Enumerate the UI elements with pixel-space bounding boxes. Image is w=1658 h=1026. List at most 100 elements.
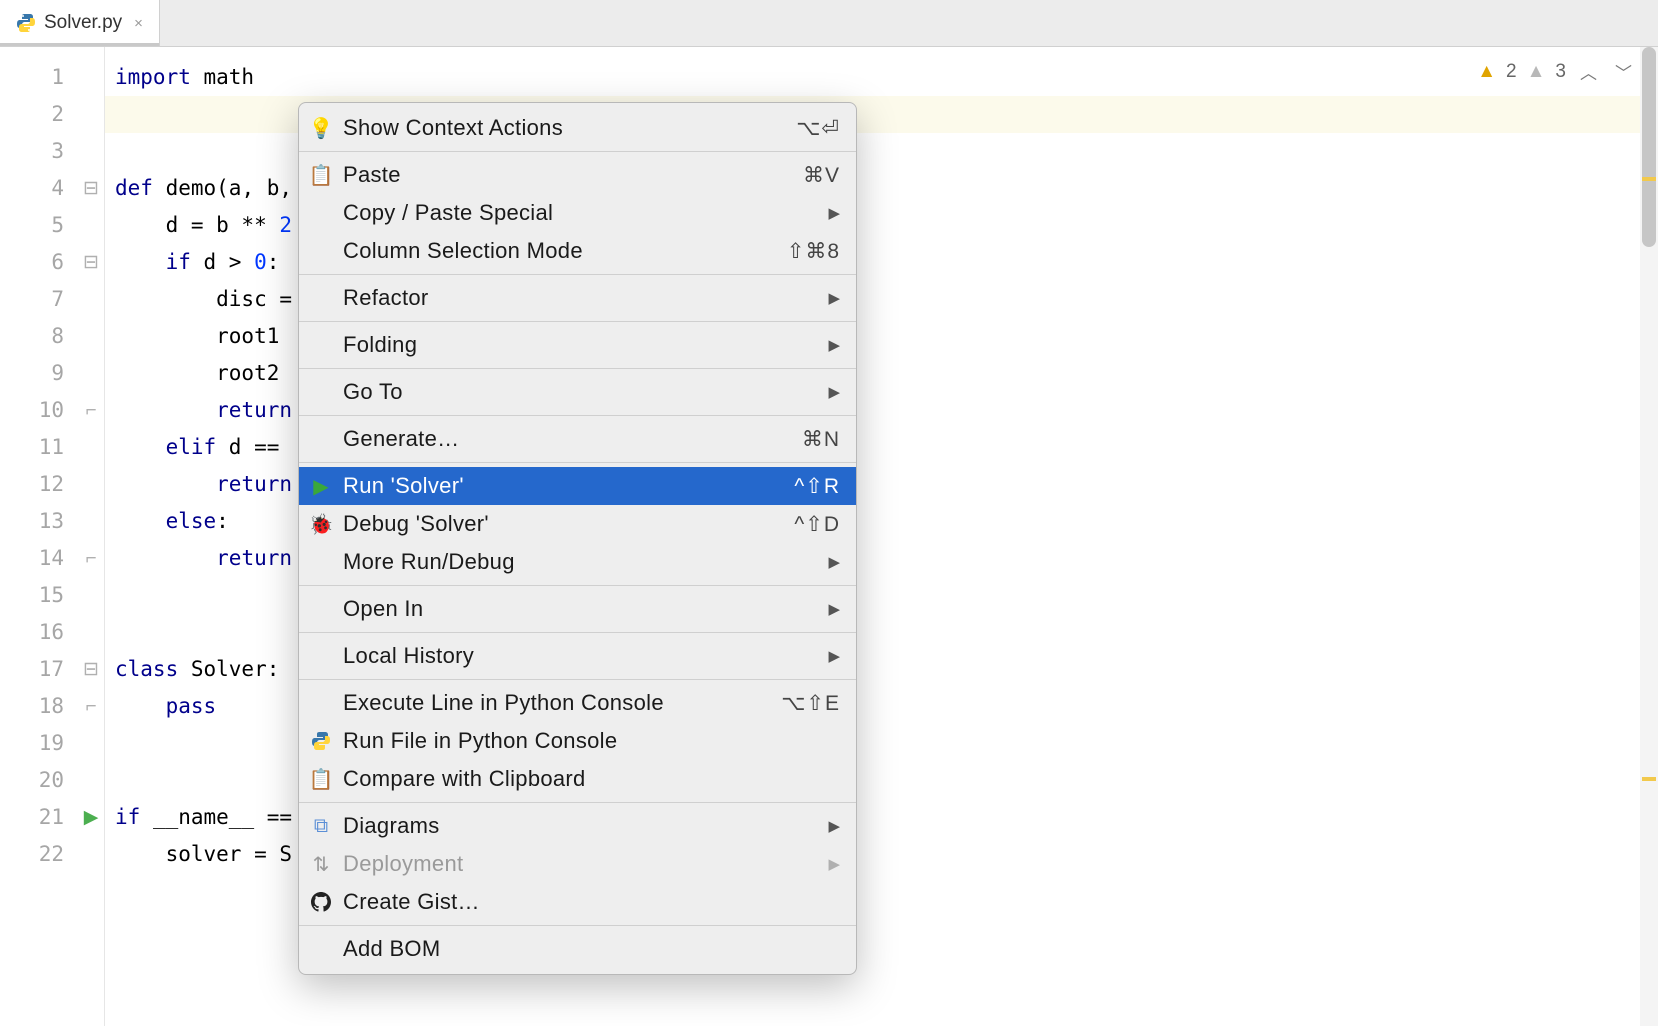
submenu-arrow-icon: ▶: [828, 600, 840, 618]
close-tab-icon[interactable]: ×: [130, 15, 147, 32]
line-number[interactable]: 15: [0, 577, 80, 614]
fold-icon[interactable]: ⊟: [80, 651, 102, 688]
fold-icon[interactable]: ⊟: [80, 170, 102, 207]
submenu-arrow-icon: ▶: [828, 383, 840, 401]
menu-diagrams[interactable]: ⧉ Diagrams ▶: [299, 807, 856, 845]
menu-separator: [299, 632, 856, 633]
menu-local-history[interactable]: Local History ▶: [299, 637, 856, 675]
file-tab[interactable]: Solver.py ×: [0, 0, 160, 46]
python-file-icon: [16, 13, 36, 33]
context-menu: 💡 Show Context Actions ⌥⏎ 📋 Paste ⌘V Cop…: [298, 102, 857, 975]
line-number[interactable]: 5: [0, 207, 80, 244]
code-token: class: [115, 657, 178, 681]
menu-label: Compare with Clipboard: [343, 766, 840, 792]
menu-shortcut: ⌘V: [803, 163, 840, 188]
run-gutter-icon[interactable]: ▶: [80, 799, 102, 836]
menu-run-solver[interactable]: ▶ Run 'Solver' ^⇧R: [299, 467, 856, 505]
line-number[interactable]: 20: [0, 762, 80, 799]
menu-label: Run File in Python Console: [343, 728, 840, 754]
line-number[interactable]: 2: [0, 96, 80, 133]
code-token: Solver:: [178, 657, 279, 681]
menu-label: Show Context Actions: [343, 115, 786, 141]
line-number[interactable]: 18: [0, 688, 80, 725]
menu-separator: [299, 462, 856, 463]
code-token: root2: [115, 361, 279, 385]
line-number[interactable]: 4: [0, 170, 80, 207]
code-token: demo(a, b,: [153, 176, 292, 200]
weak-warning-count: 3: [1555, 61, 1566, 83]
submenu-arrow-icon: ▶: [828, 336, 840, 354]
menu-label: Create Gist…: [343, 889, 840, 915]
menu-create-gist[interactable]: Create Gist…: [299, 883, 856, 921]
menu-label: Debug 'Solver': [343, 511, 784, 537]
line-number[interactable]: 7: [0, 281, 80, 318]
menu-goto[interactable]: Go To ▶: [299, 373, 856, 411]
menu-shortcut: ⌘N: [802, 427, 840, 452]
scrollbar[interactable]: [1640, 47, 1658, 1026]
prev-highlight-icon[interactable]: ︿: [1576, 59, 1601, 84]
menu-show-context-actions[interactable]: 💡 Show Context Actions ⌥⏎: [299, 109, 856, 147]
line-number[interactable]: 17: [0, 651, 80, 688]
fold-end-icon[interactable]: ⌐: [80, 688, 102, 725]
code-token: 0: [254, 250, 267, 274]
line-number[interactable]: 21: [0, 799, 80, 836]
marker[interactable]: [1642, 177, 1656, 181]
menu-add-bom[interactable]: Add BOM: [299, 930, 856, 968]
menu-shortcut: ^⇧R: [794, 474, 840, 499]
line-number[interactable]: 14: [0, 540, 80, 577]
menu-column-selection[interactable]: Column Selection Mode ⇧⌘8: [299, 232, 856, 270]
bug-icon: 🐞: [309, 512, 333, 537]
line-number[interactable]: 3: [0, 133, 80, 170]
submenu-arrow-icon: ▶: [828, 289, 840, 307]
menu-compare-clipboard[interactable]: 📋 Compare with Clipboard: [299, 760, 856, 798]
menu-shortcut: ⌥⏎: [796, 116, 840, 141]
line-number[interactable]: 11: [0, 429, 80, 466]
menu-copy-paste-special[interactable]: Copy / Paste Special ▶: [299, 194, 856, 232]
marker[interactable]: [1642, 777, 1656, 781]
line-number[interactable]: 16: [0, 614, 80, 651]
menu-more-run-debug[interactable]: More Run/Debug ▶: [299, 543, 856, 581]
code-token: else: [166, 509, 217, 533]
scroll-thumb[interactable]: [1642, 47, 1656, 247]
menu-label: Open In: [343, 596, 818, 622]
line-number[interactable]: 12: [0, 466, 80, 503]
line-number[interactable]: 13: [0, 503, 80, 540]
menu-label: Local History: [343, 643, 818, 669]
fold-icon[interactable]: ⊟: [80, 244, 102, 281]
menu-separator: [299, 368, 856, 369]
menu-shortcut: ⌥⇧E: [781, 691, 840, 716]
code-token: 2: [279, 213, 292, 237]
tab-filename: Solver.py: [44, 12, 122, 34]
menu-run-file-console[interactable]: Run File in Python Console: [299, 722, 856, 760]
python-icon: [309, 731, 333, 751]
line-number[interactable]: 22: [0, 836, 80, 873]
menu-open-in[interactable]: Open In ▶: [299, 590, 856, 628]
line-number-gutter: 1 2 3 4 5 6 7 8 9 10 11 12 13 14 15 16 1…: [0, 47, 80, 1026]
menu-separator: [299, 679, 856, 680]
code-token: root1: [115, 324, 279, 348]
menu-label: Copy / Paste Special: [343, 200, 818, 226]
line-number[interactable]: 8: [0, 318, 80, 355]
menu-refactor[interactable]: Refactor ▶: [299, 279, 856, 317]
line-number[interactable]: 1: [0, 59, 80, 96]
fold-end-icon[interactable]: ⌐: [80, 540, 102, 577]
menu-separator: [299, 274, 856, 275]
menu-paste[interactable]: 📋 Paste ⌘V: [299, 156, 856, 194]
menu-execute-line-console[interactable]: Execute Line in Python Console ⌥⇧E: [299, 684, 856, 722]
inspections-widget[interactable]: ▲ 2 ▲ 3 ︿ ﹀: [1477, 59, 1636, 84]
menu-folding[interactable]: Folding ▶: [299, 326, 856, 364]
next-highlight-icon[interactable]: ﹀: [1611, 59, 1636, 84]
code-token: if: [166, 250, 191, 274]
menu-generate[interactable]: Generate… ⌘N: [299, 420, 856, 458]
line-number[interactable]: 6: [0, 244, 80, 281]
menu-label: Deployment: [343, 851, 818, 877]
tab-bar: Solver.py ×: [0, 0, 1658, 47]
menu-label: Execute Line in Python Console: [343, 690, 771, 716]
fold-end-icon[interactable]: ⌐: [80, 392, 102, 429]
menu-label: Go To: [343, 379, 818, 405]
menu-label: Refactor: [343, 285, 818, 311]
line-number[interactable]: 19: [0, 725, 80, 762]
menu-debug-solver[interactable]: 🐞 Debug 'Solver' ^⇧D: [299, 505, 856, 543]
line-number[interactable]: 9: [0, 355, 80, 392]
line-number[interactable]: 10: [0, 392, 80, 429]
